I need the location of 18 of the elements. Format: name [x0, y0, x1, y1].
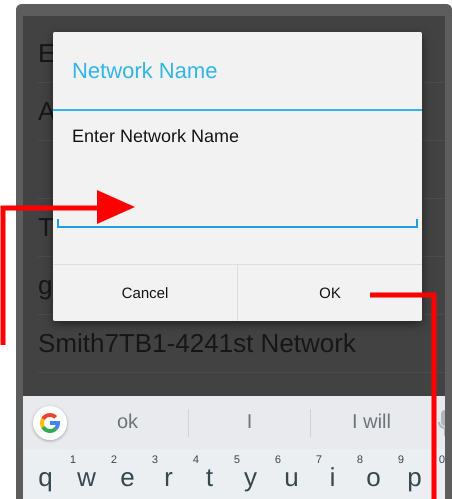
key-hint: 7 — [316, 454, 322, 466]
key-hint: 0 — [438, 454, 445, 466]
key-hint: 8 — [356, 454, 363, 466]
dialog-message: Enter Network Name — [72, 126, 240, 146]
dialog-title: Network Name — [72, 58, 218, 84]
suggestion[interactable]: ok — [116, 411, 138, 433]
key-hint: 6 — [274, 454, 281, 466]
suggestion[interactable]: I — [246, 411, 252, 433]
key-hint: 5 — [234, 454, 240, 466]
dialog-button[interactable]: Cancel — [53, 265, 237, 321]
key-hint: 4 — [192, 454, 199, 466]
dialog-button[interactable]: OK — [237, 265, 422, 321]
key-hint: 2 — [110, 454, 117, 466]
key-hint: 9 — [398, 454, 404, 466]
suggestion[interactable]: I will — [352, 411, 391, 433]
key-hint: 3 — [152, 454, 158, 466]
logo-icon[interactable] — [33, 406, 67, 440]
key-hint: 1 — [70, 454, 76, 466]
